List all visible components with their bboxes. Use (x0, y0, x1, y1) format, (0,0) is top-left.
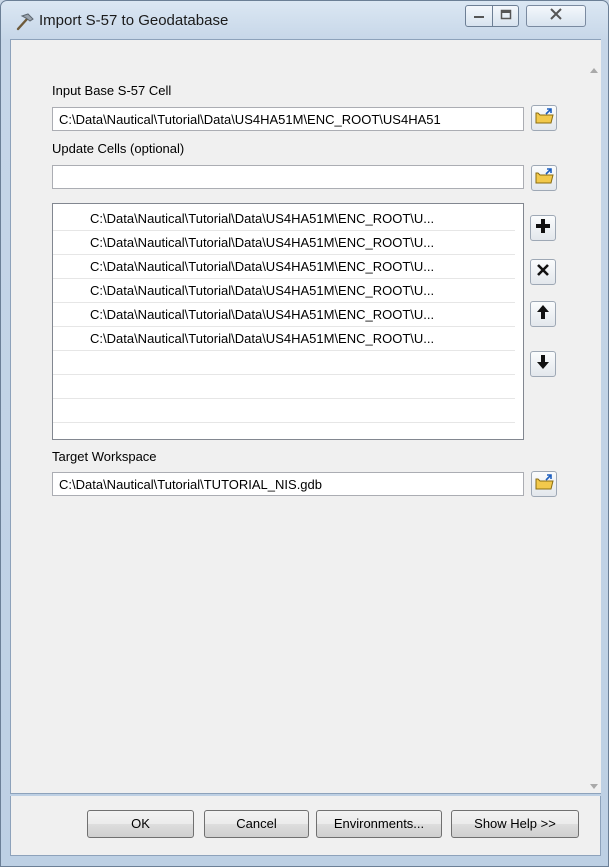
list-item[interactable]: C:\Data\Nautical\Tutorial\Data\US4HA51M\… (53, 279, 515, 303)
title-bar[interactable]: Import S-57 to Geodatabase (1, 1, 608, 41)
input-base-field[interactable]: C:\Data\Nautical\Tutorial\Data\US4HA51M\… (52, 107, 524, 131)
folder-open-icon (534, 473, 554, 496)
cancel-button[interactable]: Cancel (204, 810, 309, 838)
remove-row-button[interactable] (530, 259, 556, 285)
maximize-icon (500, 7, 512, 25)
list-item[interactable]: C:\Data\Nautical\Tutorial\Data\US4HA51M\… (53, 303, 515, 327)
ok-button[interactable]: OK (87, 810, 194, 838)
update-cells-label: Update Cells (optional) (52, 141, 185, 156)
minimize-icon (473, 7, 485, 25)
dialog-window: Import S-57 to Geodatabase Input Base S-… (0, 0, 609, 867)
browse-update-cells-button[interactable] (531, 165, 557, 191)
move-up-button[interactable] (530, 301, 556, 327)
update-cells-list[interactable]: C:\Data\Nautical\Tutorial\Data\US4HA51M\… (52, 203, 524, 440)
browse-target-workspace-button[interactable] (531, 471, 557, 497)
button-bar: OK Cancel Environments... Show Help >> (10, 796, 601, 856)
scroll-down-icon[interactable] (590, 784, 598, 789)
minimize-button[interactable] (465, 5, 493, 27)
move-down-button[interactable] (530, 351, 556, 377)
window-title: Import S-57 to Geodatabase (39, 12, 229, 29)
scroll-up-icon[interactable] (590, 68, 598, 73)
add-row-button[interactable] (530, 215, 556, 241)
browse-input-base-button[interactable] (531, 105, 557, 131)
folder-open-icon (534, 107, 554, 130)
tool-hammer-icon (13, 11, 35, 33)
close-icon (549, 7, 563, 25)
list-item[interactable]: C:\Data\Nautical\Tutorial\Data\US4HA51M\… (53, 255, 515, 279)
list-item-empty[interactable] (53, 399, 515, 423)
list-item-empty[interactable] (53, 375, 515, 399)
target-workspace-label: Target Workspace (52, 449, 157, 464)
dialog-content: Input Base S-57 Cell C:\Data\Nautical\Tu… (10, 39, 601, 794)
folder-open-icon (534, 167, 554, 190)
update-cells-field[interactable] (52, 165, 524, 189)
list-item-empty[interactable] (53, 351, 515, 375)
list-item[interactable]: C:\Data\Nautical\Tutorial\Data\US4HA51M\… (53, 231, 515, 255)
input-base-label: Input Base S-57 Cell (52, 83, 172, 98)
maximize-button[interactable] (492, 5, 519, 27)
environments-button[interactable]: Environments... (316, 810, 442, 838)
move-up-icon (536, 304, 550, 325)
list-item[interactable]: C:\Data\Nautical\Tutorial\Data\US4HA51M\… (53, 327, 515, 351)
show-help-button[interactable]: Show Help >> (451, 810, 579, 838)
remove-icon (536, 263, 550, 282)
vertical-scrollbar[interactable] (587, 40, 601, 793)
target-workspace-field[interactable]: C:\Data\Nautical\Tutorial\TUTORIAL_NIS.g… (52, 472, 524, 496)
close-button[interactable] (526, 5, 586, 27)
list-item[interactable]: C:\Data\Nautical\Tutorial\Data\US4HA51M\… (53, 207, 515, 231)
move-down-icon (536, 354, 550, 375)
add-icon (535, 218, 551, 239)
